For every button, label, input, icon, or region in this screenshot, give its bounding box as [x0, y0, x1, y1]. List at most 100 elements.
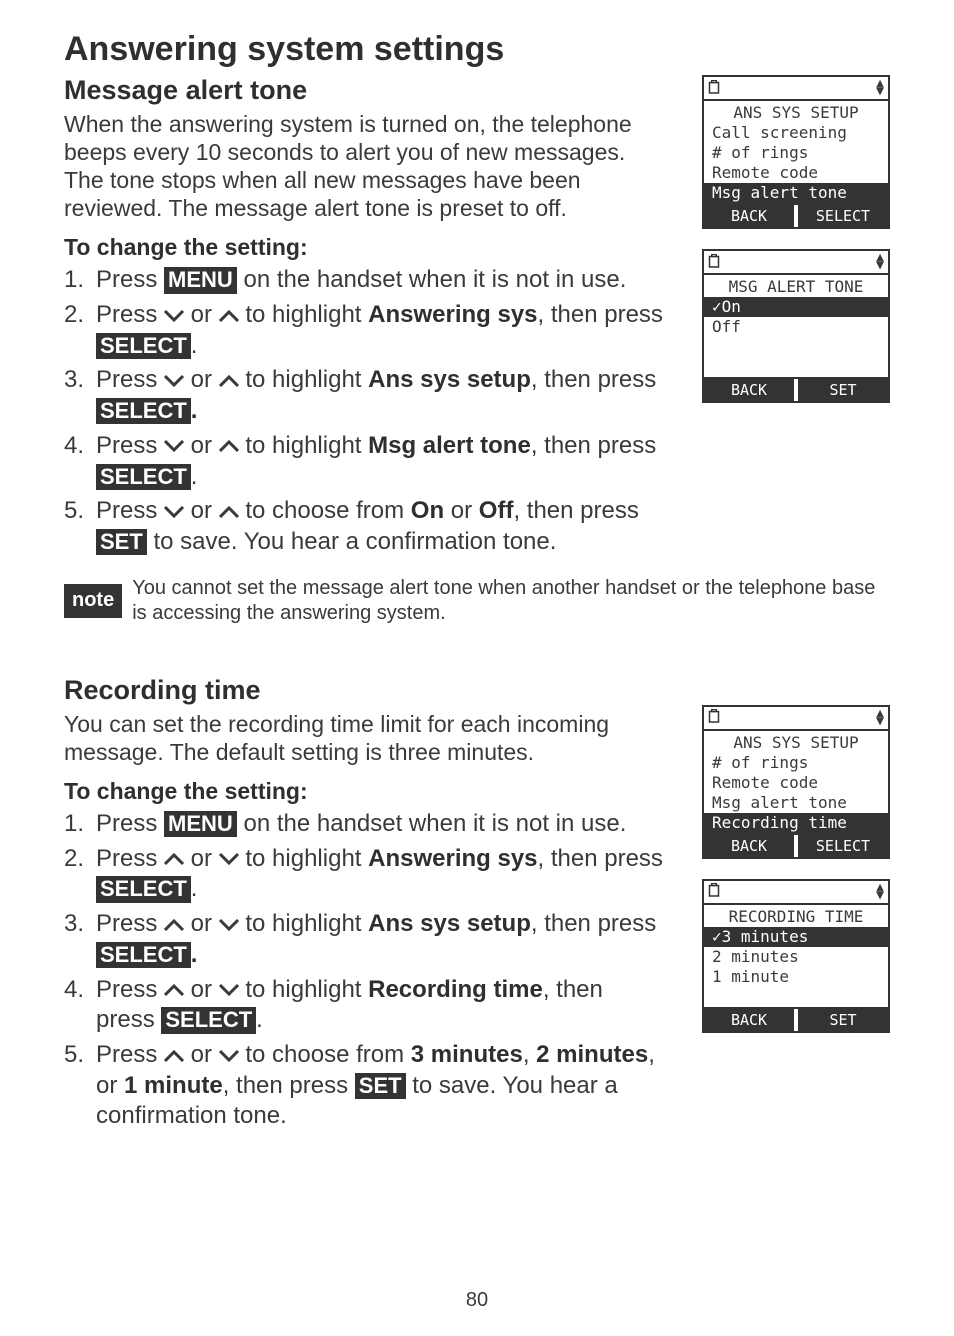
screen-row: [704, 987, 888, 1007]
note-text: You cannot set the message alert tone wh…: [132, 576, 890, 627]
screen-row: Remote code: [704, 773, 888, 793]
text: , then press: [531, 432, 656, 459]
note-block: note You cannot set the message alert to…: [64, 576, 890, 627]
text: to highlight: [239, 845, 368, 872]
note-label: note: [64, 584, 122, 618]
text: or: [184, 845, 219, 872]
select-key: SELECT: [96, 876, 191, 902]
chevron-up-icon: [164, 853, 184, 865]
screen-row-selected: Recording time: [704, 813, 888, 833]
section-body: You can set the recording time limit for…: [64, 710, 664, 766]
section-heading-msg-alert: Message alert tone: [64, 75, 664, 106]
softkey-back: BACK: [704, 205, 794, 227]
softkey-set: SET: [794, 379, 888, 401]
highlight-text: 2 minutes: [536, 1041, 648, 1068]
screen-row: [704, 337, 888, 357]
chevron-down-icon: [219, 853, 239, 865]
text: or: [444, 497, 479, 524]
scroll-arrows-icon: ▲▼: [876, 80, 884, 96]
text: Press: [96, 1041, 164, 1068]
menu-key: MENU: [164, 811, 237, 837]
set-key: SET: [96, 529, 147, 555]
text: Press: [96, 910, 164, 937]
select-key: SELECT: [96, 398, 191, 424]
phone-screen-recording-time: ▲▼ RECORDING TIME ✓3 minutes 2 minutes 1…: [702, 879, 890, 1033]
chevron-up-icon: [164, 919, 184, 931]
highlight-text: Answering sys: [368, 301, 537, 328]
text: to highlight: [239, 976, 368, 1003]
set-key: SET: [355, 1073, 406, 1099]
screen-row: Msg alert tone: [704, 793, 888, 813]
screen-row: # of rings: [704, 143, 888, 163]
highlight-text: Ans sys setup: [368, 910, 531, 937]
text: or: [184, 366, 219, 393]
battery-icon: [708, 882, 720, 901]
text: ,: [523, 1041, 536, 1068]
highlight-text: On: [411, 497, 444, 524]
text: or: [184, 497, 219, 524]
screen-row: 2 minutes: [704, 947, 888, 967]
screen-row-selected: ✓On: [704, 297, 888, 317]
highlight-text: Msg alert tone: [368, 432, 531, 459]
text: Press: [96, 301, 164, 328]
chevron-up-icon: [164, 984, 184, 996]
subheading: To change the setting:: [64, 778, 664, 805]
battery-icon: [708, 708, 720, 727]
text: or: [184, 1041, 219, 1068]
section-heading-recording-time: Recording time: [64, 675, 664, 706]
chevron-down-icon: [219, 1050, 239, 1062]
text: or: [184, 976, 219, 1003]
step-2: Press or to highlight Answering sys, the…: [64, 844, 664, 905]
select-key: SELECT: [96, 942, 191, 968]
text: Press: [96, 810, 164, 837]
chevron-up-icon: [164, 1050, 184, 1062]
text: Press: [96, 497, 164, 524]
screen-title: ANS SYS SETUP: [704, 103, 888, 123]
highlight-text: Ans sys setup: [368, 366, 531, 393]
steps-list: Press MENU on the handset when it is not…: [64, 265, 664, 557]
screen-title: MSG ALERT TONE: [704, 277, 888, 297]
text: on the handset when it is not in use.: [237, 810, 627, 837]
chevron-up-icon: [219, 440, 239, 452]
text: to highlight: [239, 432, 368, 459]
screen-row: # of rings: [704, 753, 888, 773]
text: , then press: [538, 301, 663, 328]
section-body: When the answering system is turned on, …: [64, 110, 664, 222]
step-3: Press or to highlight Ans sys setup, the…: [64, 365, 664, 426]
text: , then press: [538, 845, 663, 872]
chevron-up-icon: [219, 506, 239, 518]
text: to highlight: [239, 910, 368, 937]
screen-row-selected: Msg alert tone: [704, 183, 888, 203]
select-key: SELECT: [96, 464, 191, 490]
text: Press: [96, 432, 164, 459]
highlight-text: 1 minute: [124, 1072, 223, 1099]
softkey-back: BACK: [704, 835, 794, 857]
softkey-select: SELECT: [794, 835, 888, 857]
softkey-back: BACK: [704, 1009, 794, 1031]
softkey-back: BACK: [704, 379, 794, 401]
step-4: Press or to highlight Recording time, th…: [64, 975, 664, 1036]
text: , then press: [513, 497, 638, 524]
screen-title: RECORDING TIME: [704, 907, 888, 927]
text: Press: [96, 266, 164, 293]
text: Press: [96, 366, 164, 393]
subheading: To change the setting:: [64, 234, 664, 261]
step-5: Press or to choose from 3 minutes, 2 min…: [64, 1040, 664, 1132]
screen-row: [704, 357, 888, 377]
menu-key: MENU: [164, 267, 237, 293]
screen-row: Remote code: [704, 163, 888, 183]
text: or: [184, 910, 219, 937]
softkey-set: SET: [794, 1009, 888, 1031]
softkey-select: SELECT: [794, 205, 888, 227]
text: on the handset when it is not in use.: [237, 266, 627, 293]
chevron-down-icon: [164, 375, 184, 387]
battery-icon: [708, 79, 720, 98]
screen-row-selected: ✓3 minutes: [704, 927, 888, 947]
phone-screen-msg-alert-tone: ▲▼ MSG ALERT TONE ✓On Off BACK SET: [702, 249, 890, 403]
screen-row: Off: [704, 317, 888, 337]
text: to highlight: [239, 366, 368, 393]
step-1: Press MENU on the handset when it is not…: [64, 809, 664, 840]
text: Press: [96, 976, 164, 1003]
step-3: Press or to highlight Ans sys setup, the…: [64, 909, 664, 970]
chevron-down-icon: [164, 440, 184, 452]
